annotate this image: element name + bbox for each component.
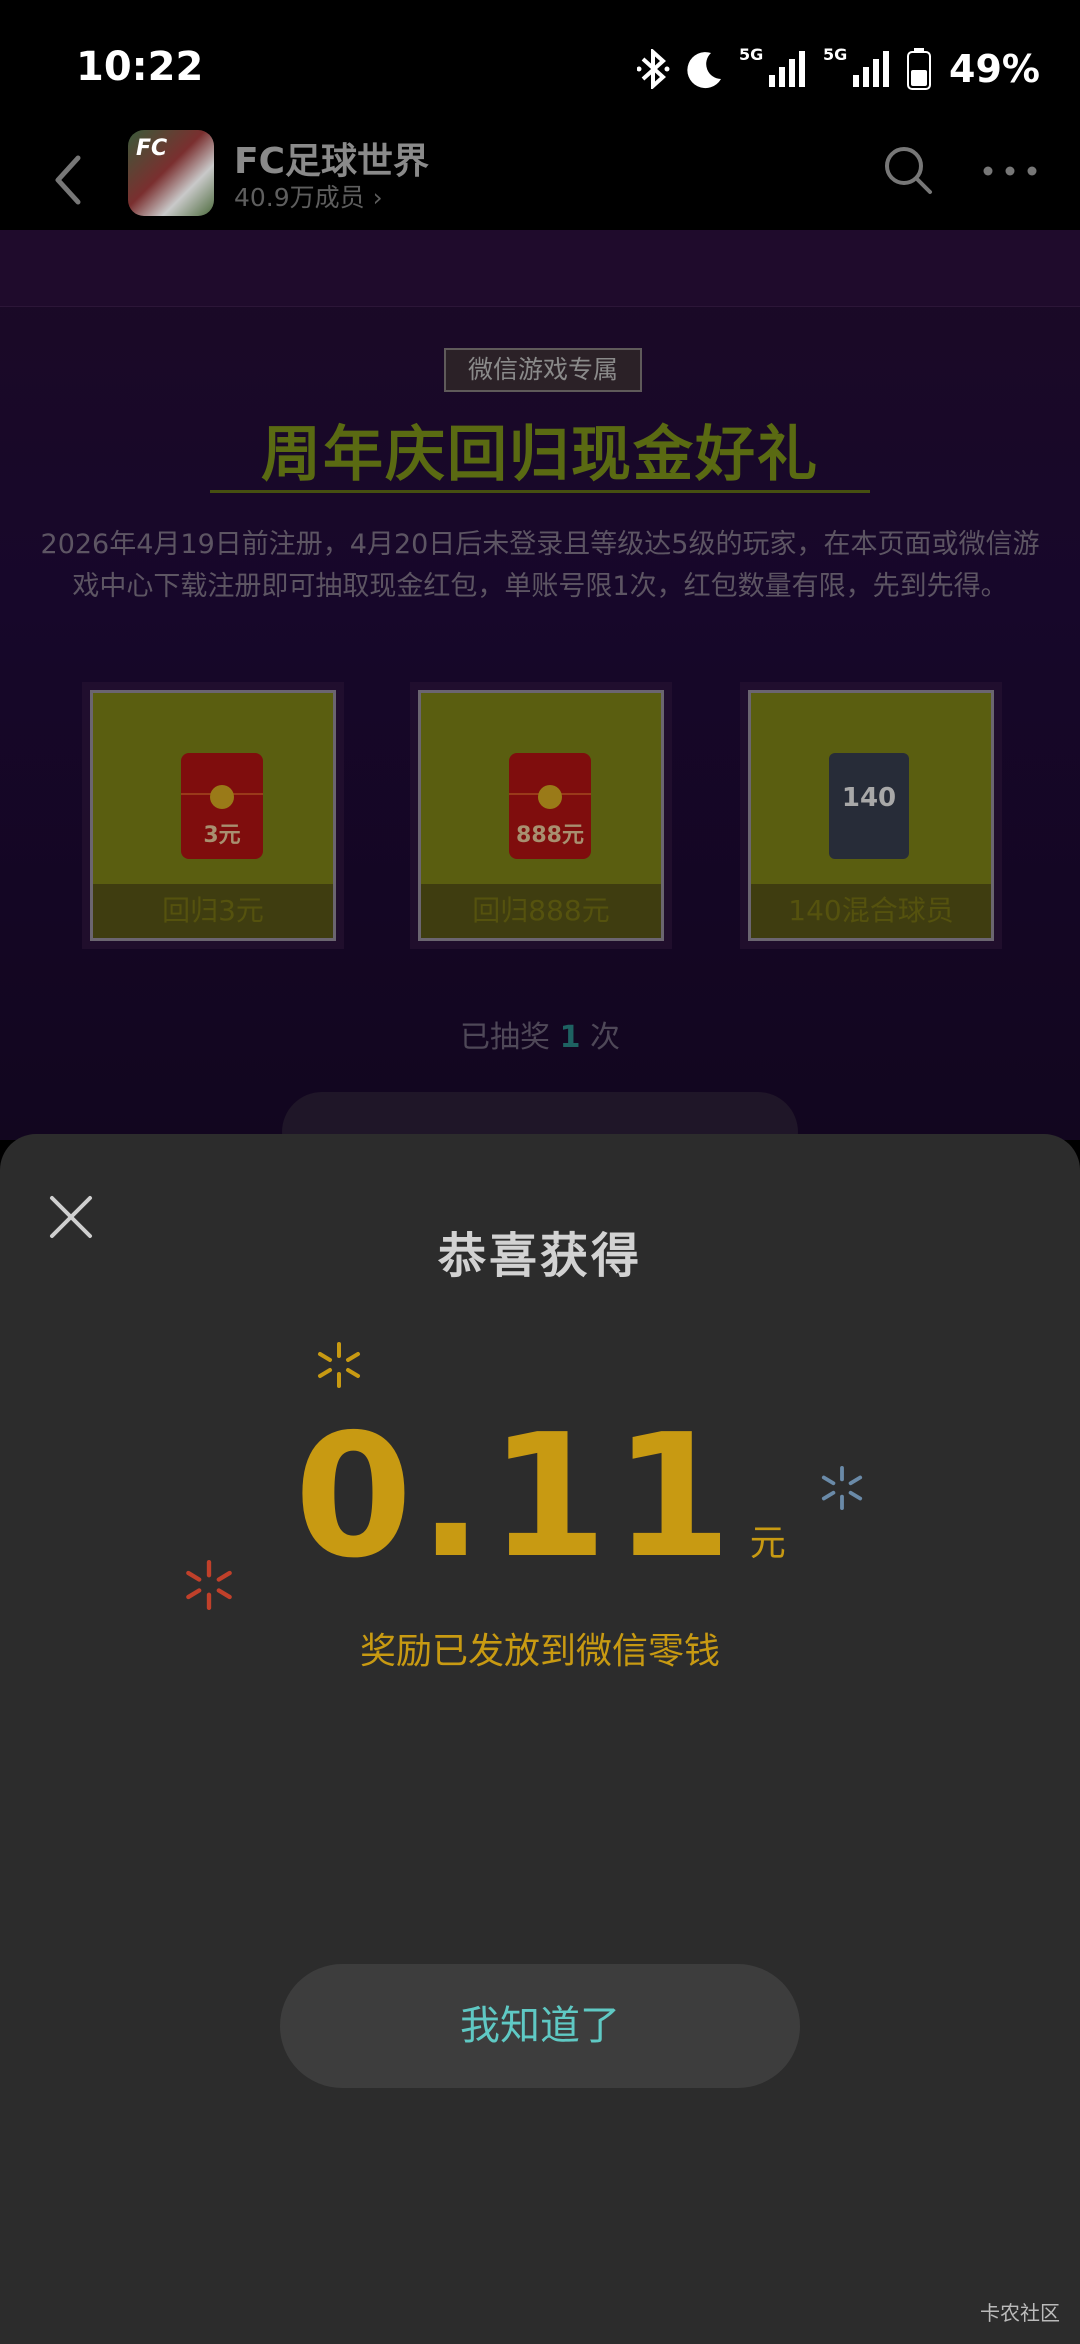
prize-label: 回归888元 [421, 884, 661, 938]
status-icons: 5G 5G 49% [637, 44, 1040, 94]
status-time: 10:22 [76, 44, 204, 90]
sparkle-icon [318, 1342, 360, 1388]
back-arrow-icon[interactable] [40, 142, 96, 218]
do-not-disturb-moon-icon [687, 52, 722, 89]
red-envelope-icon: 3元 [181, 753, 263, 859]
app-avatar-logo: FC [136, 136, 168, 161]
draw-button [282, 1092, 798, 1140]
promotion-page: 微信游戏专属 周年庆回归现金好礼 2026年4月19日前注册，4月20日后未登录… [0, 230, 1080, 1140]
prize-badge: 3元 [203, 823, 241, 848]
prize-card: 140 140混合球员 [748, 690, 994, 941]
headline-divider-left [210, 482, 540, 493]
prize-card: 3元 回归3元 [90, 690, 336, 941]
prize-label: 回归3元 [93, 884, 333, 938]
dialog-title: 恭喜获得 [437, 1228, 642, 1284]
prize-label: 140混合球员 [751, 884, 991, 938]
prize-badge: 888元 [516, 823, 584, 848]
app-avatar[interactable]: FC [128, 130, 214, 216]
headline-divider-right [540, 482, 870, 493]
member-count-link[interactable]: 40.9万成员 › [234, 178, 383, 214]
reward-amount-unit: 元 [749, 1523, 786, 1564]
draw-count-prefix: 已抽奖 [460, 1020, 560, 1055]
watermark: 卡农社区 [980, 2301, 1060, 2325]
reward-amount-value: 0.11 [294, 1398, 738, 1596]
player-card-icon: 140 [829, 753, 909, 859]
promo-description: 2026年4月19日前注册，4月20日后未登录且等级达5级的玩家，在本页面或微信… [40, 529, 1040, 602]
battery-percentage: 49% [949, 47, 1040, 91]
reward-amount: 0.11 元 [0, 1398, 1080, 1596]
search-icon[interactable] [878, 140, 938, 200]
exclusive-tag: 微信游戏专属 [444, 348, 642, 392]
battery-icon [907, 48, 932, 90]
reward-notice: 奖励已发放到微信零钱 [359, 1631, 720, 1672]
bluetooth-icon [637, 49, 670, 89]
signal-5g-icon-2: 5G [823, 45, 893, 89]
page-title[interactable]: FC足球世界 [234, 132, 429, 184]
promo-headline: 周年庆回归现金好礼 [261, 420, 819, 490]
status-bar: 10:22 5G 5G 49% [0, 0, 1080, 130]
draw-count-number: 1 [559, 1020, 581, 1055]
draw-count-text: 已抽奖 1 次 [0, 1012, 1080, 1056]
acknowledge-button[interactable]: 我知道了 [280, 1964, 800, 2088]
reward-dialog: 恭喜获得 0.11 元 奖励已发放到微信零钱 我知道了 卡农社区 [0, 1134, 1080, 2344]
red-envelope-icon: 888元 [509, 753, 591, 859]
prize-card: 888元 回归888元 [418, 690, 664, 941]
top-band [0, 230, 1080, 307]
draw-count-suffix: 次 [580, 1020, 620, 1055]
app-header: FC FC足球世界 40.9万成员 › [0, 130, 1080, 230]
more-options-icon[interactable] [980, 156, 1040, 186]
signal-5g-icon: 5G [739, 45, 809, 89]
